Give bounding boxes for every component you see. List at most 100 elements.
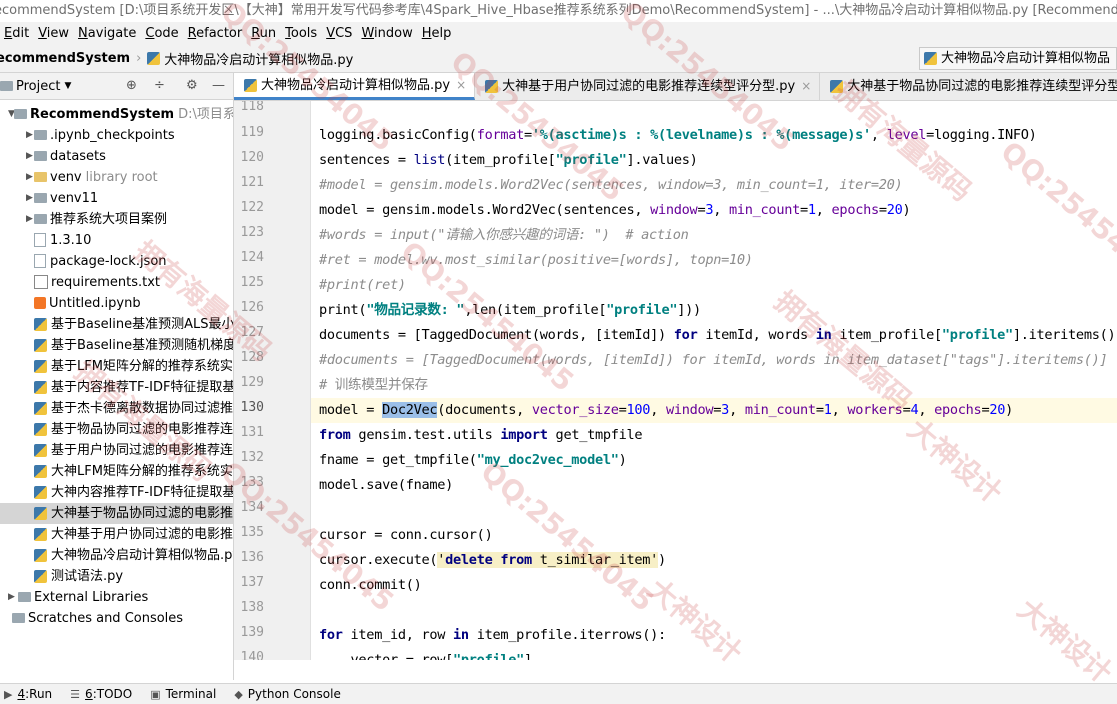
tree-item[interactable]: package-lock.json xyxy=(0,251,233,272)
folder-item[interactable]: ▶ venv11 xyxy=(0,188,233,209)
line-number: 133 xyxy=(240,475,264,490)
python-file-item[interactable]: 大神物品冷启动计算相似物品.py xyxy=(0,545,233,566)
editor-tabs: 大神物品冷启动计算相似物品.py × 大神基于用户协同过滤的电影推荐连续型评分型.p… xyxy=(234,73,1117,101)
python-file-icon xyxy=(34,486,47,499)
code-line: documents = [TaggedDocument(words, [item… xyxy=(319,327,1117,343)
folder-item[interactable]: ▶ datasets xyxy=(0,146,233,167)
line-number: 135 xyxy=(240,525,264,540)
menu-run[interactable]: Run xyxy=(247,26,281,41)
tool-python-console[interactable]: ◆ Python Console xyxy=(234,687,341,701)
folder-icon xyxy=(14,108,27,119)
folder-item[interactable]: ▶ .ipynb_checkpoints xyxy=(0,125,233,146)
python-file-icon xyxy=(34,570,47,583)
menu-refactor[interactable]: Refactor xyxy=(184,26,248,41)
code-line: #ret = model.wv.most_similar(positive=[w… xyxy=(319,252,753,268)
python-file-item[interactable]: 基于内容推荐TF-IDF特征提取基于 xyxy=(0,377,233,398)
menu-code[interactable]: Code xyxy=(141,26,183,41)
project-panel-toolbar: Project ▼ ⊕ ÷ ⚙ — xyxy=(0,73,233,100)
tree-item-label: 1.3.10 xyxy=(50,233,92,248)
folder-icon xyxy=(34,171,47,182)
python-file-item[interactable]: 测试语法.py xyxy=(0,566,233,587)
run-config-select[interactable]: 大神物品冷启动计算相似物品 xyxy=(918,47,1117,70)
tree-item-label: 大神LFM矩阵分解的推荐系统实现. xyxy=(51,464,233,479)
chevron-right-icon[interactable]: ▶ xyxy=(26,209,33,230)
tree-item-label: 大神基于物品协同过滤的电影推荐 xyxy=(51,506,233,521)
python-file-item[interactable]: 大神基于物品协同过滤的电影推荐 xyxy=(0,503,233,524)
line-number: 128 xyxy=(240,350,264,365)
project-panel-title[interactable]: Project xyxy=(16,79,60,94)
python-file-item[interactable]: 基于Baseline基准预测ALS最小二乘 xyxy=(0,314,233,335)
python-file-icon xyxy=(34,507,47,520)
gear-icon[interactable]: ⚙ xyxy=(186,78,198,93)
hide-panel-icon[interactable]: — xyxy=(212,78,225,93)
tool-terminal[interactable]: ▣ Terminal xyxy=(150,687,216,701)
line-number: 140 xyxy=(240,650,264,660)
python-file-item[interactable]: 基于物品协同过滤的电影推荐连续 xyxy=(0,419,233,440)
tree-item-label: 推荐系统大项目案例 xyxy=(50,212,168,227)
nav-file[interactable]: 大神物品冷启动计算相似物品.py xyxy=(164,49,353,68)
tree-item[interactable]: Scratches and Consoles xyxy=(0,608,233,629)
text-file-icon xyxy=(34,274,48,289)
code-editor[interactable]: logging.basicConfig(format='%(asctime)s … xyxy=(311,101,1117,660)
python-file-item[interactable]: 基于LFM矩阵分解的推荐系统实现. xyxy=(0,356,233,377)
menu-tools[interactable]: Tools xyxy=(281,26,322,41)
python-file-item[interactable]: 大神内容推荐TF-IDF特征提取基于 xyxy=(0,482,233,503)
tree-item[interactable]: Untitled.ipynb xyxy=(0,293,233,314)
menu-vcs[interactable]: VCS xyxy=(322,26,357,41)
menu-edit[interactable]: Edit xyxy=(0,26,34,41)
folder-item[interactable]: ▶ venv library root xyxy=(0,167,233,188)
tree-item-label: RecommendSystem xyxy=(30,107,175,122)
code-line: conn.commit() xyxy=(319,577,422,593)
menu-navigate[interactable]: Navigate xyxy=(74,26,141,41)
tree-item-label: 基于内容推荐TF-IDF特征提取基于 xyxy=(51,380,233,395)
tool-label: Run xyxy=(29,687,53,701)
menu-view[interactable]: View xyxy=(34,26,74,41)
tree-item[interactable]: ▶ External Libraries xyxy=(0,587,233,608)
target-icon[interactable]: ⊕ xyxy=(126,78,137,93)
tree-item-label: 基于杰卡德离散数据协同过滤推荐 xyxy=(51,401,233,416)
close-icon[interactable]: × xyxy=(456,73,466,99)
tool-todo[interactable]: ☰ 6: TODO xyxy=(70,687,132,701)
nav-project[interactable]: ecommendSystem xyxy=(0,51,130,66)
code-line: sentences = list(item_profile["profile"]… xyxy=(319,152,698,168)
python-icon: ◆ xyxy=(234,687,243,701)
tab-label: 大神物品冷启动计算相似物品.py xyxy=(261,77,451,93)
editor-tab[interactable]: 大神物品冷启动计算相似物品.py × xyxy=(234,73,476,100)
close-icon[interactable]: × xyxy=(801,73,811,100)
editor-tab[interactable]: 大神基于用户协同过滤的电影推荐连续型评分型.py × xyxy=(475,73,821,100)
line-number: 137 xyxy=(240,575,264,590)
window-title: ecommendSystem [D:\项目系统开发区\【大神】常用开发写代码参考… xyxy=(0,3,1117,18)
python-file-item[interactable]: 大神LFM矩阵分解的推荐系统实现. xyxy=(0,461,233,482)
line-number: 125 xyxy=(240,275,264,290)
chevron-right-icon[interactable]: ▶ xyxy=(26,188,33,209)
tree-item[interactable]: 1.3.10 xyxy=(0,230,233,251)
menu-window[interactable]: Window xyxy=(357,26,417,41)
folder-item[interactable]: ▶ 推荐系统大项目案例 xyxy=(0,209,233,230)
tree-item-path: D:\项目系统开 xyxy=(178,107,233,122)
editor-tab[interactable]: 大神基于物品协同过滤的电影推荐连续型评分型.py× xyxy=(820,73,1117,100)
chevron-right-icon[interactable]: ▶ xyxy=(26,146,33,167)
collapse-all-icon[interactable]: ÷ xyxy=(154,78,165,93)
file-icon xyxy=(34,232,46,247)
tree-item[interactable]: requirements.txt xyxy=(0,272,233,293)
python-file-item[interactable]: 大神基于用户协同过滤的电影推荐 xyxy=(0,524,233,545)
project-view-icon xyxy=(0,81,13,91)
chevron-right-icon[interactable]: ▶ xyxy=(8,587,15,608)
python-file-icon xyxy=(34,318,47,331)
chevron-right-icon[interactable]: ▶ xyxy=(26,167,33,188)
chevron-right-icon[interactable]: ▶ xyxy=(26,125,33,146)
chevron-down-icon[interactable]: ▼ xyxy=(64,81,71,91)
tool-run[interactable]: ▶ 4: Run xyxy=(4,687,52,701)
line-number: 119 xyxy=(240,125,264,140)
menu-help[interactable]: Help xyxy=(418,26,457,41)
code-line: #documents = [TaggedDocument(words, [ite… xyxy=(319,352,1108,368)
python-file-item[interactable]: 基于Baseline基准预测随机梯度下降 xyxy=(0,335,233,356)
line-number: 123 xyxy=(240,225,264,240)
folder-item[interactable]: ▼RecommendSystemD:\项目系统开 xyxy=(0,104,233,125)
python-file-icon xyxy=(244,78,257,92)
python-file-item[interactable]: 基于杰卡德离散数据协同过滤推荐 xyxy=(0,398,233,419)
line-number: 138 xyxy=(240,600,264,615)
python-file-icon xyxy=(830,80,844,93)
python-file-item[interactable]: 基于用户协同过滤的电影推荐连续 xyxy=(0,440,233,461)
python-file-icon xyxy=(34,360,47,373)
